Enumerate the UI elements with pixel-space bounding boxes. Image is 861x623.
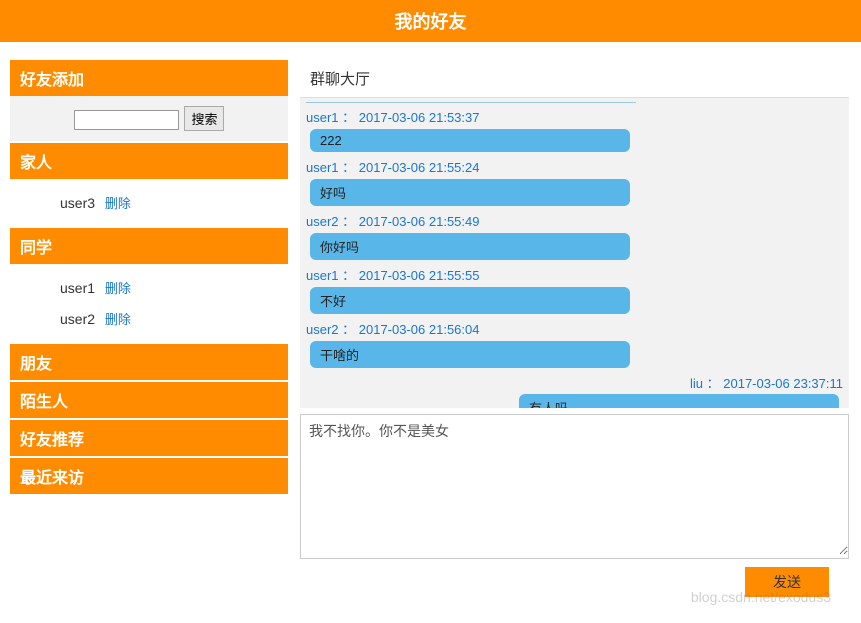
delete-link[interactable]: 删除 [105,312,131,327]
friend-list-classmate: user1 删除 user2 删除 [10,264,288,344]
friend-item: user2 删除 [60,303,288,334]
friend-name: user1 [60,280,95,296]
msg-time: 2017-03-06 21:55:24 [359,160,480,175]
message-bubble: 不好 [310,287,630,314]
main-layout: 好友添加 搜索 家人 user3 删除 同学 user1 删除 user2 删除… [0,60,861,597]
group-header-recommend[interactable]: 好友推荐 [10,420,288,456]
friend-item: user1 删除 [60,272,288,303]
msg-time: 2017-03-06 21:55:55 [359,268,480,283]
search-input[interactable] [74,110,179,130]
message-header: user1 ： 2017-03-06 21:55:24 [306,155,843,178]
search-button[interactable]: 搜索 [184,106,224,131]
friend-list-family: user3 删除 [10,179,288,228]
message-header: user2 ： 2017-03-06 21:56:04 [306,317,843,340]
msg-user: user1 [306,268,339,283]
chat-panel: 群聊大厅 user1 ： 2017-03-06 21:53:37 222 use… [300,60,849,597]
group-header-recent[interactable]: 最近来访 [10,458,288,494]
compose-area [300,414,849,559]
group-header-family[interactable]: 家人 [10,143,288,179]
sidebar: 好友添加 搜索 家人 user3 删除 同学 user1 删除 user2 删除… [10,60,288,597]
chat-log[interactable]: user1 ： 2017-03-06 21:53:37 222 user1 ： … [300,98,849,408]
friend-item: user3 删除 [60,187,288,218]
message-bubble: 有人吗 [519,394,839,408]
msg-user: user2 [306,322,339,337]
group-header-friend[interactable]: 朋友 [10,344,288,380]
message-header: user2 ： 2017-03-06 21:55:49 [306,209,843,232]
group-header-stranger[interactable]: 陌生人 [10,382,288,418]
divider [306,102,636,103]
msg-time: 2017-03-06 21:53:37 [359,110,480,125]
message-bubble: 222 [310,129,630,152]
msg-user: user1 [306,110,339,125]
message-bubble: 你好吗 [310,233,630,260]
msg-time: 2017-03-06 21:55:49 [359,214,480,229]
friend-name: user3 [60,195,95,211]
msg-user: user1 [306,160,339,175]
message-bubble: 干啥的 [310,341,630,368]
search-panel: 搜索 [10,96,288,143]
send-button[interactable]: 发送 [745,567,829,597]
delete-link[interactable]: 删除 [105,281,131,296]
chat-title: 群聊大厅 [300,60,849,98]
add-friend-header: 好友添加 [10,60,288,96]
page-title: 我的好友 [395,12,467,32]
send-row: 发送 [300,559,849,597]
msg-user: liu [690,376,703,391]
group-header-classmate[interactable]: 同学 [10,228,288,264]
friend-name: user2 [60,311,95,327]
message-header: liu ： 2017-03-06 23:37:11 [306,371,843,394]
delete-link[interactable]: 删除 [105,196,131,211]
msg-time: 2017-03-06 21:56:04 [359,322,480,337]
message-bubble: 好吗 [310,179,630,206]
message-header: user1 ： 2017-03-06 21:53:37 [306,105,843,128]
msg-time: 2017-03-06 23:37:11 [723,376,843,391]
message-header: user1 ： 2017-03-06 21:55:55 [306,263,843,286]
compose-textarea[interactable] [301,415,848,555]
msg-user: user2 [306,214,339,229]
page-header: 我的好友 [0,0,861,42]
